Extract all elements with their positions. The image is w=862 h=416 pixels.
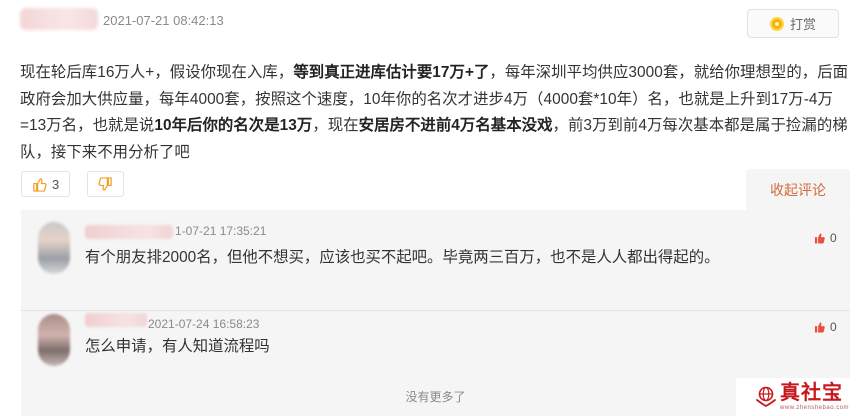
comment-like-count: 0 <box>830 320 837 334</box>
post-text: ，现在 <box>312 117 359 134</box>
post-header: 2021-07-21 08:42:13 打赏 <box>0 0 862 46</box>
post-actions: 3 <box>21 171 125 197</box>
comment-like-count: 0 <box>830 231 837 245</box>
post-text-bold: 等到真正进库估计要17万+了 <box>293 64 490 81</box>
dislike-button[interactable] <box>87 171 125 197</box>
like-count: 3 <box>52 176 60 192</box>
post-content: 现在轮后库16万人+，假设你现在入库，等到真正进库估计要17万+了，每年深圳平均… <box>20 60 850 166</box>
commenter-name-blurred[interactable] <box>85 313 147 327</box>
thumbs-up-icon <box>814 233 825 244</box>
post-timestamp: 2021-07-21 08:42:13 <box>103 13 224 28</box>
comment-item: 2021-07-24 16:58:23 怎么申请，有人知道流程吗 0 <box>21 310 850 380</box>
comment-text: 有个朋友排2000名，但他不想买，应该也买不起吧。毕竟两三百万，也不是人人都出得… <box>85 249 720 266</box>
thumbs-up-icon <box>33 177 47 192</box>
comment-text: 怎么申请，有人知道流程吗 <box>85 338 270 355</box>
comment-timestamp: 1-07-21 17:35:21 <box>175 224 267 238</box>
post-text-bold: 10年后你的名次是13万 <box>154 117 313 134</box>
thumbs-up-icon <box>814 322 825 333</box>
coin-icon <box>769 16 784 31</box>
watermark-main-text: 真社宝 <box>780 382 843 404</box>
post-text-bold: 安居房不进前4万名基本没戏 <box>358 117 553 134</box>
comment-timestamp: 2021-07-24 16:58:23 <box>148 317 260 331</box>
comment-like-button[interactable]: 0 <box>814 320 837 334</box>
comment-item: 1-07-21 17:35:21 有个朋友排2000名，但他不想买，应该也买不起… <box>21 210 850 310</box>
comment-like-button[interactable]: 0 <box>814 231 837 245</box>
like-button[interactable]: 3 <box>21 171 71 197</box>
avatar[interactable] <box>38 222 70 274</box>
commenter-name-blurred[interactable] <box>85 225 173 239</box>
author-name-blurred[interactable] <box>20 8 98 30</box>
avatar[interactable] <box>38 314 70 366</box>
thumbs-down-icon <box>98 176 112 191</box>
collapse-comments-button[interactable]: 收起评论 <box>746 169 850 211</box>
comments-panel: 1-07-21 17:35:21 有个朋友排2000名，但他不想买，应该也买不起… <box>21 210 850 416</box>
reward-label: 打赏 <box>789 17 816 32</box>
reward-button[interactable]: 打赏 <box>747 9 839 38</box>
globe-hands-icon <box>756 386 776 408</box>
no-more-comments: 没有更多了 <box>405 390 466 404</box>
post-text: 现在轮后库16万人+，假设你现在入库， <box>20 64 294 81</box>
watermark-logo: 真社宝 www.zhenshebao.com <box>736 378 858 416</box>
watermark-url: www.zhenshebao.com <box>780 405 850 411</box>
